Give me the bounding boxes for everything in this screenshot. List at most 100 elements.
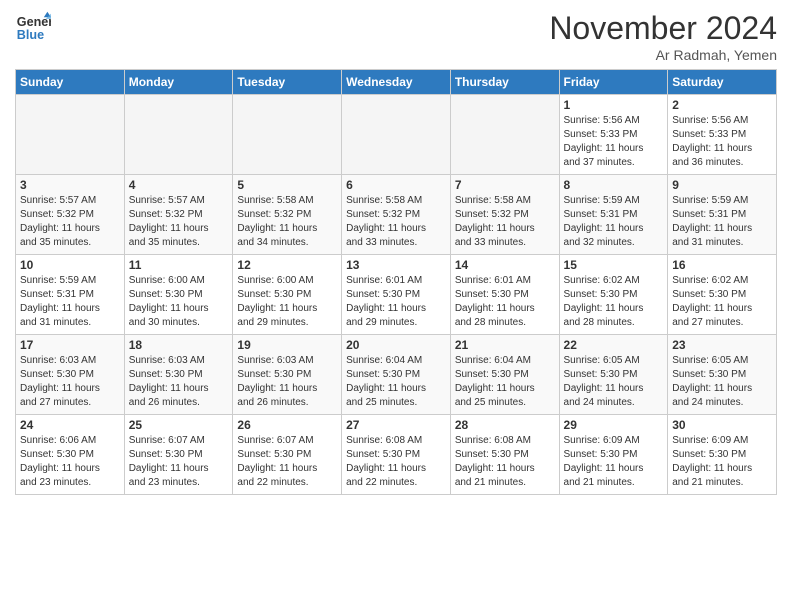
day-info: Sunrise: 6:07 AM Sunset: 5:30 PM Dayligh… <box>237 434 337 490</box>
day-number: 8 <box>564 178 664 192</box>
calendar-table: SundayMondayTuesdayWednesdayThursdayFrid… <box>15 69 777 495</box>
calendar-day: 23Sunrise: 6:05 AM Sunset: 5:30 PM Dayli… <box>668 335 777 415</box>
calendar-week-2: 3 Sunrise: 5:57 AM Sunset: 5:32 PM Daylig… <box>16 175 777 255</box>
day-info: Sunrise: 5:56 AM Sunset: 5:33 PM Dayligh… <box>564 114 664 170</box>
header: General Blue November 2024 Ar Radmah, Ye… <box>15 10 777 63</box>
day-number: 29 <box>564 418 664 432</box>
calendar-day: 5Sunrise: 5:58 AM Sunset: 5:32 PM Daylig… <box>233 175 342 255</box>
calendar-day: 7Sunrise: 5:58 AM Sunset: 5:32 PM Daylig… <box>450 175 559 255</box>
calendar-day: 24 Sunrise: 6:06 AM Sunset: 5:30 PM Dayli… <box>16 415 125 495</box>
calendar-day: 16 Sunrise: 6:02 AM Sunset: 5:30 PM Dayli… <box>668 255 777 335</box>
calendar-day: 10 Sunrise: 5:59 AM Sunset: 5:31 PM Dayli… <box>16 255 125 335</box>
month-title: November 2024 <box>549 10 777 47</box>
page: General Blue November 2024 Ar Radmah, Ye… <box>0 0 792 612</box>
header-row: SundayMondayTuesdayWednesdayThursdayFrid… <box>16 70 777 95</box>
calendar-day: 15Sunrise: 6:02 AM Sunset: 5:30 PM Dayli… <box>559 255 668 335</box>
day-number: 14 <box>455 258 555 272</box>
calendar-day <box>233 95 342 175</box>
day-number: 15 <box>564 258 664 272</box>
day-info: Sunrise: 6:03 AM Sunset: 5:30 PM Dayligh… <box>237 354 337 410</box>
day-number: 21 <box>455 338 555 352</box>
day-info: Sunrise: 6:05 AM Sunset: 5:30 PM Dayligh… <box>564 354 664 410</box>
day-info: Sunrise: 6:02 AM Sunset: 5:30 PM Dayligh… <box>672 274 772 330</box>
calendar-week-3: 10 Sunrise: 5:59 AM Sunset: 5:31 PM Dayli… <box>16 255 777 335</box>
day-number: 11 <box>129 258 229 272</box>
calendar-day: 20 Sunrise: 6:04 AM Sunset: 5:30 PM Dayli… <box>342 335 451 415</box>
day-number: 30 <box>672 418 772 432</box>
title-block: November 2024 Ar Radmah, Yemen <box>549 10 777 63</box>
calendar-day: 27Sunrise: 6:08 AM Sunset: 5:30 PM Dayli… <box>342 415 451 495</box>
calendar-week-4: 17 Sunrise: 6:03 AM Sunset: 5:30 PM Dayli… <box>16 335 777 415</box>
day-number: 10 <box>20 258 120 272</box>
day-info: Sunrise: 6:08 AM Sunset: 5:30 PM Dayligh… <box>455 434 555 490</box>
weekday-header-saturday: Saturday <box>668 70 777 95</box>
day-info: Sunrise: 6:01 AM Sunset: 5:30 PM Dayligh… <box>455 274 555 330</box>
day-number: 3 <box>20 178 120 192</box>
day-info: Sunrise: 6:09 AM Sunset: 5:30 PM Dayligh… <box>672 434 772 490</box>
day-info: Sunrise: 5:57 AM Sunset: 5:32 PM Dayligh… <box>20 194 120 250</box>
day-number: 12 <box>237 258 337 272</box>
calendar-day <box>124 95 233 175</box>
day-number: 27 <box>346 418 446 432</box>
day-number: 19 <box>237 338 337 352</box>
day-info: Sunrise: 5:58 AM Sunset: 5:32 PM Dayligh… <box>346 194 446 250</box>
weekday-header-tuesday: Tuesday <box>233 70 342 95</box>
calendar-day: 4 Sunrise: 5:57 AM Sunset: 5:32 PM Daylig… <box>124 175 233 255</box>
calendar-day: 19 Sunrise: 6:03 AM Sunset: 5:30 PM Dayli… <box>233 335 342 415</box>
weekday-header-thursday: Thursday <box>450 70 559 95</box>
calendar-day: 21 Sunrise: 6:04 AM Sunset: 5:30 PM Dayli… <box>450 335 559 415</box>
calendar-day: 1Sunrise: 5:56 AM Sunset: 5:33 PM Daylig… <box>559 95 668 175</box>
day-number: 4 <box>129 178 229 192</box>
calendar-day: 12 Sunrise: 6:00 AM Sunset: 5:30 PM Dayli… <box>233 255 342 335</box>
day-info: Sunrise: 6:03 AM Sunset: 5:30 PM Dayligh… <box>129 354 229 410</box>
day-number: 6 <box>346 178 446 192</box>
day-info: Sunrise: 6:04 AM Sunset: 5:30 PM Dayligh… <box>455 354 555 410</box>
day-info: Sunrise: 6:00 AM Sunset: 5:30 PM Dayligh… <box>129 274 229 330</box>
calendar-day: 22 Sunrise: 6:05 AM Sunset: 5:30 PM Dayli… <box>559 335 668 415</box>
day-info: Sunrise: 5:59 AM Sunset: 5:31 PM Dayligh… <box>564 194 664 250</box>
day-info: Sunrise: 6:01 AM Sunset: 5:30 PM Dayligh… <box>346 274 446 330</box>
calendar-day: 26 Sunrise: 6:07 AM Sunset: 5:30 PM Dayli… <box>233 415 342 495</box>
day-info: Sunrise: 6:00 AM Sunset: 5:30 PM Dayligh… <box>237 274 337 330</box>
calendar-day: 13 Sunrise: 6:01 AM Sunset: 5:30 PM Dayli… <box>342 255 451 335</box>
weekday-header-wednesday: Wednesday <box>342 70 451 95</box>
day-info: Sunrise: 6:06 AM Sunset: 5:30 PM Dayligh… <box>20 434 120 490</box>
day-number: 28 <box>455 418 555 432</box>
day-info: Sunrise: 5:57 AM Sunset: 5:32 PM Dayligh… <box>129 194 229 250</box>
day-number: 20 <box>346 338 446 352</box>
calendar-day: 29 Sunrise: 6:09 AM Sunset: 5:30 PM Dayli… <box>559 415 668 495</box>
day-number: 23 <box>672 338 772 352</box>
svg-text:Blue: Blue <box>17 28 44 42</box>
day-number: 24 <box>20 418 120 432</box>
calendar-day: 3 Sunrise: 5:57 AM Sunset: 5:32 PM Daylig… <box>16 175 125 255</box>
weekday-header-friday: Friday <box>559 70 668 95</box>
calendar-day <box>16 95 125 175</box>
day-info: Sunrise: 5:56 AM Sunset: 5:33 PM Dayligh… <box>672 114 772 170</box>
day-number: 22 <box>564 338 664 352</box>
calendar-day <box>342 95 451 175</box>
calendar-day: 11 Sunrise: 6:00 AM Sunset: 5:30 PM Dayli… <box>124 255 233 335</box>
day-number: 16 <box>672 258 772 272</box>
day-number: 5 <box>237 178 337 192</box>
logo: General Blue <box>15 10 51 46</box>
weekday-header-monday: Monday <box>124 70 233 95</box>
calendar-day: 17Sunrise: 6:03 AM Sunset: 5:30 PM Dayli… <box>16 335 125 415</box>
calendar-day: 2 Sunrise: 5:56 AM Sunset: 5:33 PM Daylig… <box>668 95 777 175</box>
day-number: 2 <box>672 98 772 112</box>
day-number: 9 <box>672 178 772 192</box>
calendar-day: 8 Sunrise: 5:59 AM Sunset: 5:31 PM Daylig… <box>559 175 668 255</box>
calendar-day <box>450 95 559 175</box>
day-info: Sunrise: 5:59 AM Sunset: 5:31 PM Dayligh… <box>672 194 772 250</box>
calendar-day: 25Sunrise: 6:07 AM Sunset: 5:30 PM Dayli… <box>124 415 233 495</box>
day-number: 17 <box>20 338 120 352</box>
calendar-week-5: 24 Sunrise: 6:06 AM Sunset: 5:30 PM Dayli… <box>16 415 777 495</box>
logo-icon: General Blue <box>15 10 51 46</box>
day-number: 26 <box>237 418 337 432</box>
calendar-day: 18 Sunrise: 6:03 AM Sunset: 5:30 PM Dayli… <box>124 335 233 415</box>
day-number: 13 <box>346 258 446 272</box>
day-number: 18 <box>129 338 229 352</box>
day-info: Sunrise: 6:04 AM Sunset: 5:30 PM Dayligh… <box>346 354 446 410</box>
day-info: Sunrise: 6:09 AM Sunset: 5:30 PM Dayligh… <box>564 434 664 490</box>
day-info: Sunrise: 5:59 AM Sunset: 5:31 PM Dayligh… <box>20 274 120 330</box>
calendar-day: 9 Sunrise: 5:59 AM Sunset: 5:31 PM Daylig… <box>668 175 777 255</box>
